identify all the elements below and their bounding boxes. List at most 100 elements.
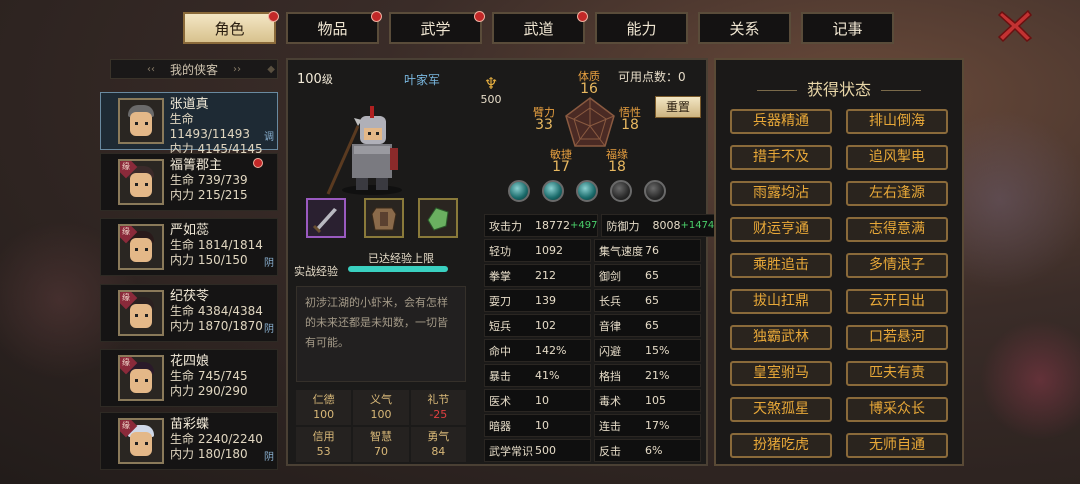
weapon-slot[interactable] xyxy=(306,198,346,238)
buff-item[interactable]: 博采众长 xyxy=(846,397,948,422)
stat-cell: 轻功 1092 xyxy=(484,239,591,262)
buff-item[interactable]: 财运亨通 xyxy=(730,217,832,242)
armor-icon xyxy=(371,207,397,231)
orb-icon[interactable] xyxy=(610,180,632,202)
attr-wuxing: 悟性 18 xyxy=(619,106,641,133)
character-row[interactable]: 缘 福箐郡主 生命 739/739 内力 215/215 xyxy=(100,153,278,211)
alert-badge-icon xyxy=(268,11,279,22)
tab-label: 关系 xyxy=(729,19,760,38)
stat-row: 医术 10 毒术 105 xyxy=(484,389,704,412)
buff-item[interactable]: 雨露均沾 xyxy=(730,181,832,206)
stat-value: 18772 xyxy=(535,219,570,232)
buff-item[interactable]: 排山倒海 xyxy=(846,109,948,134)
status-title: 获得状态 xyxy=(716,76,962,100)
virtue-cell: 礼节 -25 xyxy=(410,390,466,425)
stat-row: 耍刀 139 长兵 65 xyxy=(484,289,704,312)
buff-item[interactable]: 无师自通 xyxy=(846,433,948,458)
character-row[interactable]: 张道真 生命 11493/11493 内力 4145/4145 调 xyxy=(100,92,278,156)
attr-fuyuan: 福缘 18 xyxy=(606,148,628,175)
buff-item[interactable]: 匹夫有责 xyxy=(846,361,948,386)
accessory-slot[interactable] xyxy=(418,198,458,238)
buff-item[interactable]: 乘胜追击 xyxy=(730,253,832,278)
buff-grid: 兵器精通 排山倒海 措手不及 追风掣电 雨露均沾 左右逢源 财运亨通 志得意满 乘胜追击 多情浪子… xyxy=(730,109,948,458)
virtue-value: -25 xyxy=(429,408,448,421)
buff-item[interactable]: 措手不及 xyxy=(730,145,832,170)
virtue-value: 100 xyxy=(370,408,392,421)
virtue-cell: 智慧 70 xyxy=(353,427,409,462)
virtue-cell: 义气 100 xyxy=(353,390,409,425)
stat-cell: 武学常识 500 xyxy=(484,439,591,462)
stat-name: 耍刀 xyxy=(489,294,511,308)
tab-1[interactable]: 物品 xyxy=(286,11,382,44)
buff-item[interactable]: 口若悬河 xyxy=(846,325,948,350)
stat-value: 76 xyxy=(645,244,659,257)
attr-bili: 臂力 33 xyxy=(533,106,555,133)
tab-2[interactable]: 武学 xyxy=(389,11,485,44)
stat-name: 毒术 xyxy=(599,394,621,408)
stat-name: 武学常识 xyxy=(489,444,533,458)
character-row[interactable]: 缘严如蕊 生命 1814/1814 内力 150/150 阴 xyxy=(100,218,278,276)
list-header: ‹‹ 我的侠客 ›› ◆ xyxy=(110,59,278,79)
character-hp: 生命 4384/4384 xyxy=(170,304,263,318)
buff-item[interactable]: 志得意满 xyxy=(846,217,948,242)
tab-4[interactable]: 能力 xyxy=(595,12,688,44)
buff-item[interactable]: 左右逢源 xyxy=(846,181,948,206)
virtue-value: 70 xyxy=(373,445,388,458)
stat-cell: 反击 6% xyxy=(594,439,701,462)
stat-name: 防御力 xyxy=(606,219,640,233)
reset-button[interactable]: 重置 xyxy=(655,96,701,118)
buff-item[interactable]: 追风掣电 xyxy=(846,145,948,170)
jade-icon xyxy=(427,207,449,231)
stat-value: 212 xyxy=(535,269,556,282)
stat-name: 暴击 xyxy=(489,369,511,383)
stat-cell: 耍刀 139 xyxy=(484,289,591,312)
fate-label: 缘 xyxy=(122,293,130,302)
stat-value: 17% xyxy=(645,419,670,432)
tab-label: 武学 xyxy=(420,19,451,38)
character-row[interactable]: 缘苗彩蝶 生命 2240/2240 内力 180/180 阴 xyxy=(100,412,278,470)
stat-value: 105 xyxy=(645,394,666,407)
stat-cell: 命中 142% xyxy=(484,339,591,362)
stat-row: 拳掌 212 御剑 65 xyxy=(484,264,704,287)
character-mp: 内力 150/150 xyxy=(170,253,248,267)
tab-label: 记事 xyxy=(832,19,863,38)
virtue-name: 义气 xyxy=(369,393,392,406)
status-panel: 获得状态 兵器精通 排山倒海 措手不及 追风掣电 雨露均沾 左右逢源 财运亨通 志得意满 乘胜追… xyxy=(714,58,964,466)
tab-0[interactable]: 角色 xyxy=(183,11,279,44)
tab-6[interactable]: 记事 xyxy=(801,12,894,44)
tab-3[interactable]: 武道 xyxy=(492,11,588,44)
buff-item[interactable]: 扮猪吃虎 xyxy=(730,433,832,458)
stat-value: 10 xyxy=(535,419,549,432)
level: 100级 xyxy=(297,72,333,87)
orb-icon[interactable] xyxy=(508,180,530,202)
buff-item[interactable]: 多情浪子 xyxy=(846,253,948,278)
tab-label: 角色 xyxy=(214,19,245,38)
orb-icon[interactable] xyxy=(576,180,598,202)
stat-value: 21% xyxy=(645,369,670,382)
virtue-name: 信用 xyxy=(312,430,335,443)
stat-cell: 毒术 105 xyxy=(594,389,701,412)
buff-item[interactable]: 皇室驸马 xyxy=(730,361,832,386)
tab-bar: 角色 物品 武学 武道 能力 关系 记事 xyxy=(183,11,894,44)
stat-name: 反击 xyxy=(599,444,621,458)
buff-item[interactable]: 云开日出 xyxy=(846,289,948,314)
avatar: 缘 xyxy=(118,355,164,401)
tab-5[interactable]: 关系 xyxy=(698,12,791,44)
alert-badge-icon xyxy=(371,11,382,22)
stat-name: 音律 xyxy=(599,319,621,333)
buff-item[interactable]: 独霸武林 xyxy=(730,325,832,350)
list-title: 我的侠客 xyxy=(169,62,218,77)
tab-label: 物品 xyxy=(317,19,348,38)
buff-item[interactable]: 拔山扛鼎 xyxy=(730,289,832,314)
orb-icon[interactable] xyxy=(542,180,564,202)
character-name: 张道真 xyxy=(169,97,209,112)
tab-label: 能力 xyxy=(626,19,657,38)
orb-icon[interactable] xyxy=(644,180,666,202)
buff-item[interactable]: 天煞孤星 xyxy=(730,397,832,422)
character-row[interactable]: 缘 花四娘 生命 745/745 内力 290/290 xyxy=(100,349,278,407)
buff-item[interactable]: 兵器精通 xyxy=(730,109,832,134)
character-row[interactable]: 缘 纪茯苓 生命 4384/4384 内力 1870/1870 阴 xyxy=(100,284,278,342)
armor-slot[interactable] xyxy=(364,198,404,238)
close-icon[interactable] xyxy=(996,8,1034,44)
stat-name: 闪避 xyxy=(599,344,621,358)
